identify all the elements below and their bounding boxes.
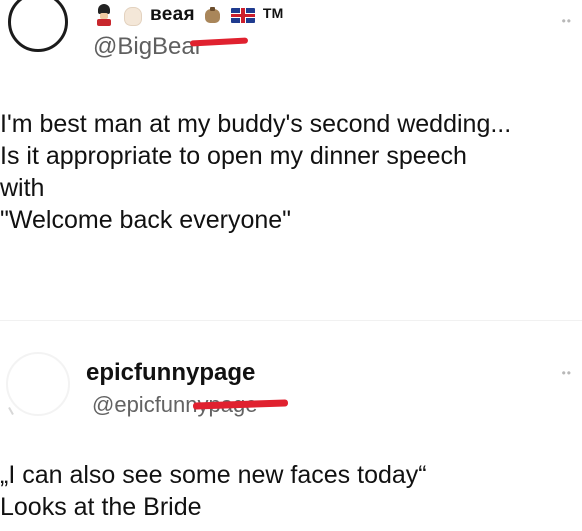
- text-line: Is it appropriate to open my dinner spee…: [0, 142, 467, 170]
- text-line: „I can also see some new faces today“: [0, 461, 427, 489]
- guard-icon: [94, 4, 114, 26]
- uk-flag-icon: [230, 7, 255, 23]
- post-divider: [0, 320, 582, 321]
- avatar[interactable]: [6, 352, 70, 416]
- text-line: with: [0, 174, 45, 202]
- user-handle[interactable]: @BigBear: [93, 33, 203, 61]
- trademark-symbol: TM: [262, 5, 284, 21]
- display-name: epicfunnypage: [86, 359, 256, 386]
- tweet-text: I'm best man at my buddy's second weddin…: [0, 108, 582, 236]
- more-options-icon[interactable]: ••: [562, 366, 572, 380]
- text-line: "Welcome back everyone": [0, 206, 292, 234]
- reply-text: „I can also see some new faces today“ Lo…: [0, 459, 582, 523]
- display-name-row: epicfunnypage: [86, 358, 255, 388]
- text-line: Looks at the Bride: [0, 493, 202, 521]
- money-bag-icon: [201, 5, 225, 25]
- more-options-icon[interactable]: ••: [562, 14, 572, 28]
- display-name-row: веая TM: [94, 2, 283, 28]
- waving-hand-icon: [120, 3, 144, 27]
- text-line: I'm best man at my buddy's second weddin…: [0, 110, 512, 138]
- display-name: веая: [150, 4, 195, 25]
